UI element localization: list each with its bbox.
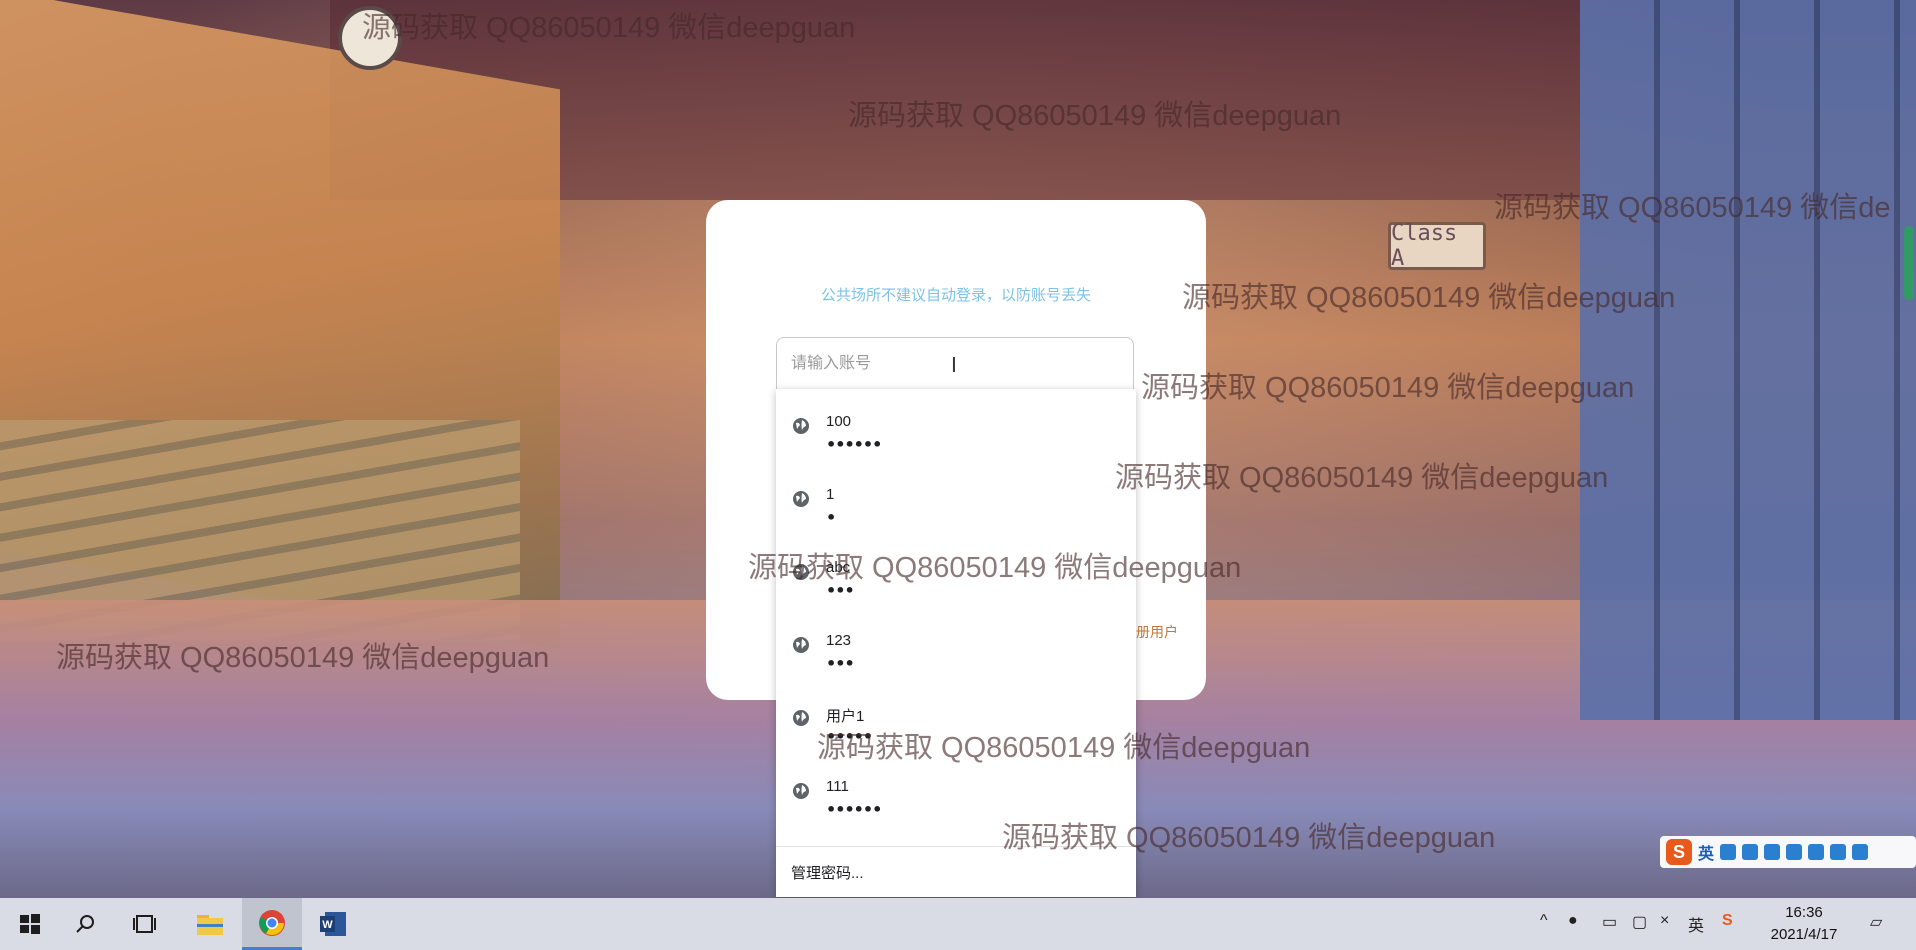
notification-icon[interactable]: ▱ [1870, 912, 1882, 932]
autofill-password: •••••• [826, 800, 882, 819]
autofill-password: ••• [826, 654, 855, 673]
skin-icon[interactable] [1830, 844, 1847, 860]
autofill-username: 用户1 [826, 708, 865, 725]
task-view-icon [133, 915, 156, 933]
ime-language-toggle[interactable]: 英 [1698, 840, 1714, 864]
taskbar-date[interactable]: 2021/4/17 [1762, 926, 1846, 943]
punctuation-icon[interactable] [1720, 844, 1737, 860]
autofill-username: abc [826, 559, 851, 576]
volume-muted-icon[interactable]: × [1660, 912, 1669, 930]
autofill-password: • [826, 508, 836, 527]
autofill-password: ••• [826, 581, 855, 600]
windows-icon [20, 914, 40, 934]
sogou-tray-icon[interactable]: S [1722, 912, 1733, 930]
autofill-username: 100 [826, 413, 852, 430]
globe-icon [793, 491, 809, 507]
autofill-item[interactable]: 100 •••••• [776, 389, 1136, 461]
emoji-icon[interactable] [1742, 844, 1759, 860]
search-icon [76, 915, 94, 933]
manage-passwords-link[interactable]: 管理密码... [791, 862, 864, 883]
qq-tray-icon[interactable]: ● [1568, 912, 1578, 930]
microphone-icon[interactable] [1764, 844, 1781, 860]
folder-icon [197, 915, 223, 935]
user-icon[interactable] [1808, 844, 1825, 860]
sogou-ime-icon[interactable]: S [1666, 839, 1692, 865]
autofill-username: 1 [826, 486, 835, 503]
globe-icon [793, 710, 809, 726]
autofill-dropdown: 100 •••••• 1 • abc ••• 123 ••• 用户1 ••••• [776, 389, 1136, 897]
globe-icon [793, 418, 809, 434]
word-button[interactable]: W [303, 898, 363, 950]
autofill-password: •••••• [826, 435, 882, 454]
text-cursor-icon: I [951, 353, 957, 377]
network-icon[interactable]: ▢ [1632, 912, 1647, 932]
file-explorer-button[interactable] [180, 898, 240, 950]
lockers [1580, 0, 1916, 720]
autofill-password: ••••• [826, 727, 873, 746]
autofill-username: 123 [826, 632, 852, 649]
word-icon: W [320, 912, 346, 936]
svg-text:W: W [322, 919, 333, 931]
autofill-item[interactable]: 1 • [776, 462, 1136, 534]
chevron-up-icon[interactable]: ^ [1540, 912, 1548, 930]
taskbar: W ^ ● ▭ ▢ × 英 S ▱ [0, 898, 1916, 950]
chrome-button[interactable] [242, 898, 302, 950]
globe-icon [793, 637, 809, 653]
globe-icon [793, 783, 809, 799]
keyboard-icon[interactable] [1786, 844, 1803, 860]
taskbar-time[interactable]: 16:36 [1774, 904, 1834, 921]
input-language-indicator[interactable]: 英 [1688, 912, 1704, 936]
edge-indicator [1904, 226, 1914, 300]
toolbox-icon[interactable] [1852, 844, 1869, 860]
autofill-item[interactable]: 123 ••• [776, 608, 1136, 680]
start-button[interactable] [0, 898, 60, 950]
class-sign: Class A [1388, 221, 1486, 271]
wall-clock [338, 6, 402, 70]
autofill-item[interactable]: 用户1 ••••• [776, 681, 1136, 753]
chrome-icon [259, 909, 285, 936]
register-link[interactable]: 册用户 [1136, 622, 1178, 642]
task-view-button[interactable] [115, 898, 175, 950]
ime-toolbar: S 英 [1660, 836, 1916, 868]
usb-device-icon[interactable]: ▭ [1602, 912, 1617, 932]
search-button[interactable] [55, 898, 115, 950]
autofill-divider [776, 846, 1136, 847]
autofill-username: 111 [826, 778, 849, 795]
autofill-item[interactable]: abc ••• [776, 535, 1136, 607]
globe-icon [793, 564, 809, 580]
auto-login-notice: 公共场所不建议自动登录，以防账号丢失 [820, 287, 1091, 304]
autofill-item[interactable]: 111 •••••• [776, 754, 1136, 826]
